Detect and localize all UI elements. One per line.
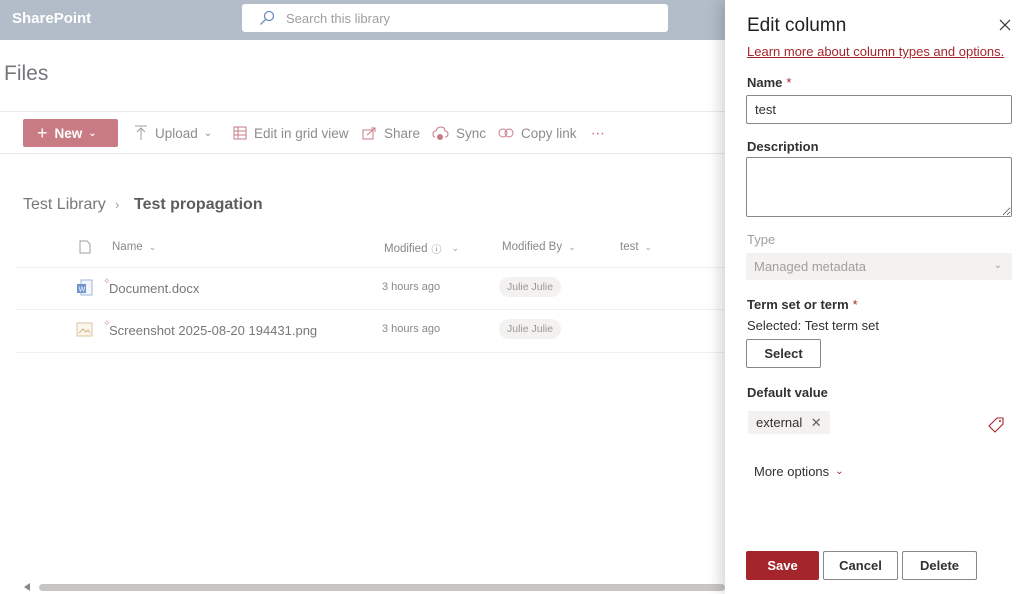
chevron-down-icon: ⌄ <box>451 243 460 253</box>
default-value-chip: external ✕ <box>748 411 831 434</box>
file-name[interactable]: Document.docx <box>109 281 199 296</box>
horizontal-scrollbar[interactable] <box>39 584 725 591</box>
word-file-icon: W <box>77 279 93 296</box>
scroll-left-icon[interactable] <box>24 583 30 591</box>
upload-button[interactable]: Upload ⌄ <box>134 119 212 147</box>
chevron-down-icon: ⌄ <box>644 241 653 252</box>
select-button[interactable]: Select <box>746 339 821 368</box>
file-modified-by[interactable]: Julie Julie <box>499 277 562 297</box>
chevron-down-icon: ⌄ <box>993 260 1002 271</box>
new-button[interactable]: + New ⌄ <box>23 119 118 147</box>
remove-chip-icon[interactable]: ✕ <box>802 411 830 434</box>
save-button[interactable]: Save <box>746 551 819 580</box>
file-name[interactable]: Screenshot 2025-08-20 194431.png <box>109 323 317 338</box>
search-placeholder: Search this library <box>286 11 391 26</box>
edit-grid-label: Edit in grid view <box>254 125 349 141</box>
file-modified-by[interactable]: Julie Julie <box>499 319 562 339</box>
required-mark: * <box>786 75 792 90</box>
column-test-label: test <box>620 241 639 253</box>
breadcrumb-separator: › <box>115 197 120 212</box>
column-header-name[interactable]: Name ⌄ <box>112 241 156 253</box>
copy-link-button[interactable]: Copy link <box>498 119 577 147</box>
selected-prefix: Selected: <box>747 318 802 333</box>
file-modified: 3 hours ago <box>382 323 441 335</box>
column-modified-by-label: Modified By <box>502 241 563 253</box>
type-value: Managed metadata <box>754 259 867 274</box>
more-options-toggle[interactable]: More options ⌄ <box>754 464 844 479</box>
copy-link-label: Copy link <box>521 125 577 141</box>
svg-text:W: W <box>79 286 86 294</box>
default-value-label: Default value <box>747 385 828 400</box>
chevron-down-icon: ⌄ <box>88 127 97 139</box>
suite-bar: SharePoint Search this library <box>0 0 725 40</box>
link-icon <box>498 128 514 138</box>
cancel-button[interactable]: Cancel <box>823 551 898 580</box>
name-label-text: Name <box>747 75 783 90</box>
upload-label: Upload <box>155 125 198 141</box>
chevron-down-icon: ⌄ <box>148 241 157 252</box>
selected-value: Test term set <box>804 318 880 333</box>
column-header-test[interactable]: test ⌄ <box>620 241 652 253</box>
file-modified: 3 hours ago <box>382 281 441 293</box>
description-label: Description <box>747 139 819 154</box>
name-input[interactable] <box>746 95 1012 124</box>
row-divider <box>16 267 725 268</box>
grid-icon <box>233 126 247 140</box>
tag-icon[interactable] <box>988 417 1004 433</box>
page-title: Files <box>4 62 49 85</box>
breadcrumb-current: Test propagation <box>134 196 263 213</box>
chevron-down-icon: ⌄ <box>203 127 213 139</box>
app-brand[interactable]: SharePoint <box>12 10 91 27</box>
name-label: Name * <box>747 75 791 90</box>
chip-label: external <box>756 415 803 430</box>
more-options-label: More options <box>754 464 830 479</box>
panel-title: Edit column <box>747 15 847 36</box>
file-type-icon[interactable] <box>79 240 91 254</box>
image-file-icon <box>76 322 93 337</box>
new-label: New <box>54 125 83 141</box>
learn-more-link[interactable]: Learn more about column types and option… <box>747 44 1004 59</box>
info-icon: ⓘ <box>431 245 442 256</box>
termset-label-text: Term set or term <box>747 297 849 312</box>
delete-button[interactable]: Delete <box>902 551 977 580</box>
library-page: SharePoint Search this library Files + N… <box>0 0 725 594</box>
share-label: Share <box>384 125 421 141</box>
type-label: Type <box>747 232 776 247</box>
share-button[interactable]: Share <box>362 119 420 147</box>
row-divider <box>16 352 725 353</box>
sync-button[interactable]: Sync <box>432 119 486 147</box>
description-input[interactable] <box>746 157 1012 217</box>
selected-termset: Selected: Test term set <box>747 318 879 333</box>
search-box[interactable]: Search this library <box>242 4 668 32</box>
row-divider <box>16 309 725 310</box>
sync-icon <box>432 125 449 140</box>
divider <box>0 153 725 154</box>
type-dropdown[interactable]: Managed metadata ⌄ <box>746 253 1012 280</box>
column-name-label: Name <box>112 241 143 253</box>
required-mark: * <box>852 297 858 312</box>
divider <box>0 111 725 112</box>
column-header-modified-by[interactable]: Modified By ⌄ <box>502 241 576 253</box>
termset-label: Term set or term * <box>747 297 858 312</box>
sync-label: Sync <box>456 125 487 141</box>
plus-icon: + <box>37 123 48 143</box>
chevron-down-icon: ⌄ <box>568 241 576 252</box>
share-icon <box>362 127 376 140</box>
column-modified-label: Modified <box>384 242 428 255</box>
upload-icon <box>135 125 147 140</box>
breadcrumb-root[interactable]: Test Library <box>23 196 106 214</box>
edit-grid-button[interactable]: Edit in grid view <box>233 119 349 147</box>
more-commands-icon[interactable]: ⋯ <box>591 119 606 147</box>
chevron-down-icon: ⌄ <box>835 466 844 477</box>
search-icon <box>260 10 275 25</box>
column-header-modified[interactable]: Modified ⓘ ⌄ <box>384 241 460 257</box>
edit-column-panel: Edit column Learn more about column type… <box>725 0 1024 594</box>
close-icon[interactable] <box>997 17 1013 33</box>
